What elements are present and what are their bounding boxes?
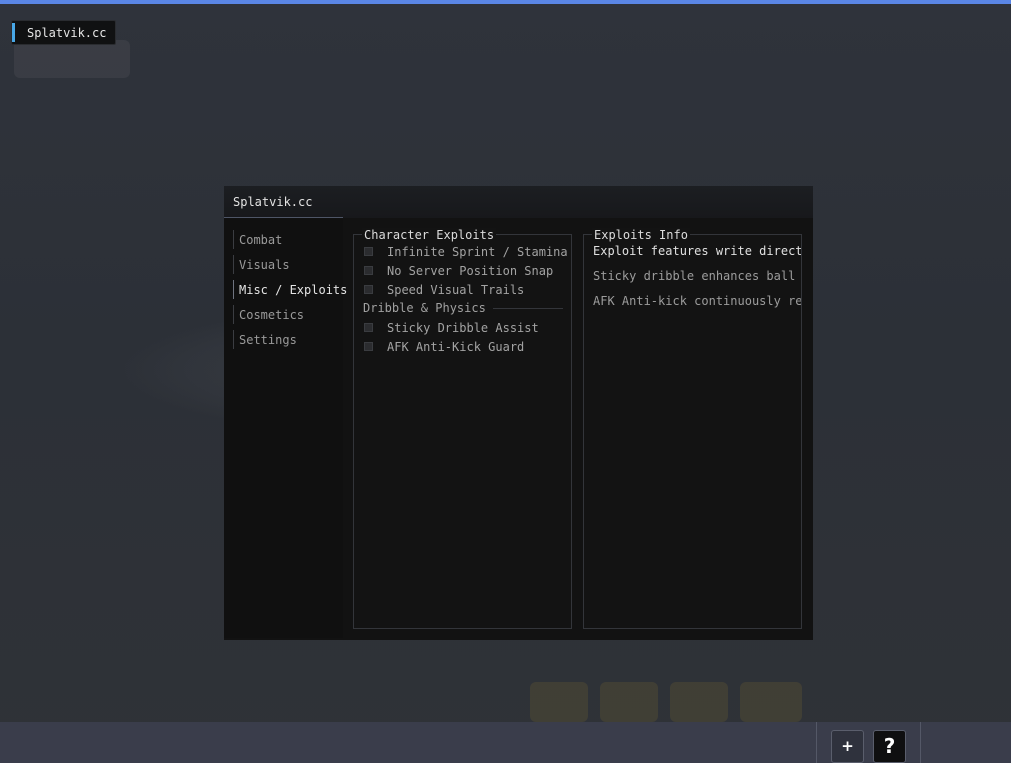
character-exploits-panel: Character Exploits Infinite Sprint / Sta… [353,228,572,629]
blurred-scoreboard [14,40,130,78]
sidebar-item-label: Cosmetics [239,308,305,322]
afk-anti-kick-checkbox[interactable]: AFK Anti-Kick Guard [364,340,570,354]
sidebar-item-cosmetics[interactable]: Cosmetics [233,305,343,324]
blurred-hotbar-slot [670,682,728,722]
no-position-snap-checkbox[interactable]: No Server Position Snap [364,264,570,278]
window-title: Splatvik.cc [233,195,313,209]
panel-title: Exploits Info [592,228,690,242]
cheat-menu-window: Splatvik.cc Combat Visuals Misc / Exploi… [224,186,813,640]
checkbox-box[interactable] [364,342,373,351]
nav-indicator [233,230,234,249]
sidebar-item-label: Settings [239,333,297,347]
checkbox-box[interactable] [364,285,373,294]
watermark-accent [12,23,15,42]
checkbox-label: Sticky Dribble Assist [387,321,539,335]
blurred-hotbar-slot [600,682,658,722]
plus-icon: + [841,737,854,755]
checkbox-box[interactable] [364,266,373,275]
nav-indicator [233,330,234,349]
info-text: Sticky dribble enhances ball c [593,269,801,283]
add-button[interactable]: + [831,730,864,763]
checkbox-label: Speed Visual Trails [387,283,525,297]
question-icon: ? [883,734,896,758]
blurred-hotbar-slot [530,682,588,722]
speed-trails-checkbox[interactable]: Speed Visual Trails [364,283,570,297]
info-text: Exploit features write directl [593,244,801,258]
panel-title: Character Exploits [362,228,497,242]
section-header: Dribble & Physics [363,301,486,315]
sidebar-item-label: Visuals [239,258,290,272]
sidebar-nav: Combat Visuals Misc / Exploits Cosmetics… [224,218,347,638]
sticky-dribble-checkbox[interactable]: Sticky Dribble Assist [364,321,570,335]
top-accent-bar [0,0,1011,4]
sidebar-item-label: Misc / Exploits [239,283,348,297]
infinite-sprint-checkbox[interactable]: Infinite Sprint / Stamina [364,245,570,259]
checkbox-box[interactable] [364,323,373,332]
info-text: AFK Anti-kick continuously res [593,294,801,308]
checkbox-box[interactable] [364,247,373,256]
checkbox-label: No Server Position Snap [387,264,554,278]
sidebar-item-combat[interactable]: Combat [233,230,343,249]
checkbox-label: Infinite Sprint / Stamina [387,245,568,259]
nav-indicator [233,280,234,299]
sidebar-item-visuals[interactable]: Visuals [233,255,343,274]
bottom-taskbar: + ? [0,722,1011,763]
watermark-label: Splatvik.cc [27,26,107,40]
section-divider [493,308,563,309]
window-titlebar[interactable]: Splatvik.cc [224,186,813,218]
taskbar-divider [920,722,921,763]
sidebar-item-settings[interactable]: Settings [233,330,343,349]
taskbar-divider [816,722,817,763]
exploits-info-panel: Exploits Info Exploit features write dir… [583,228,802,629]
overlay-watermark: Splatvik.cc [11,20,116,45]
nav-indicator [233,305,234,324]
sidebar-item-label: Combat [239,233,283,247]
blurred-hotbar-slot [740,682,802,722]
help-button[interactable]: ? [873,730,906,763]
checkbox-label: AFK Anti-Kick Guard [387,340,525,354]
nav-indicator [233,255,234,274]
sidebar-item-misc-exploits[interactable]: Misc / Exploits [233,280,347,299]
